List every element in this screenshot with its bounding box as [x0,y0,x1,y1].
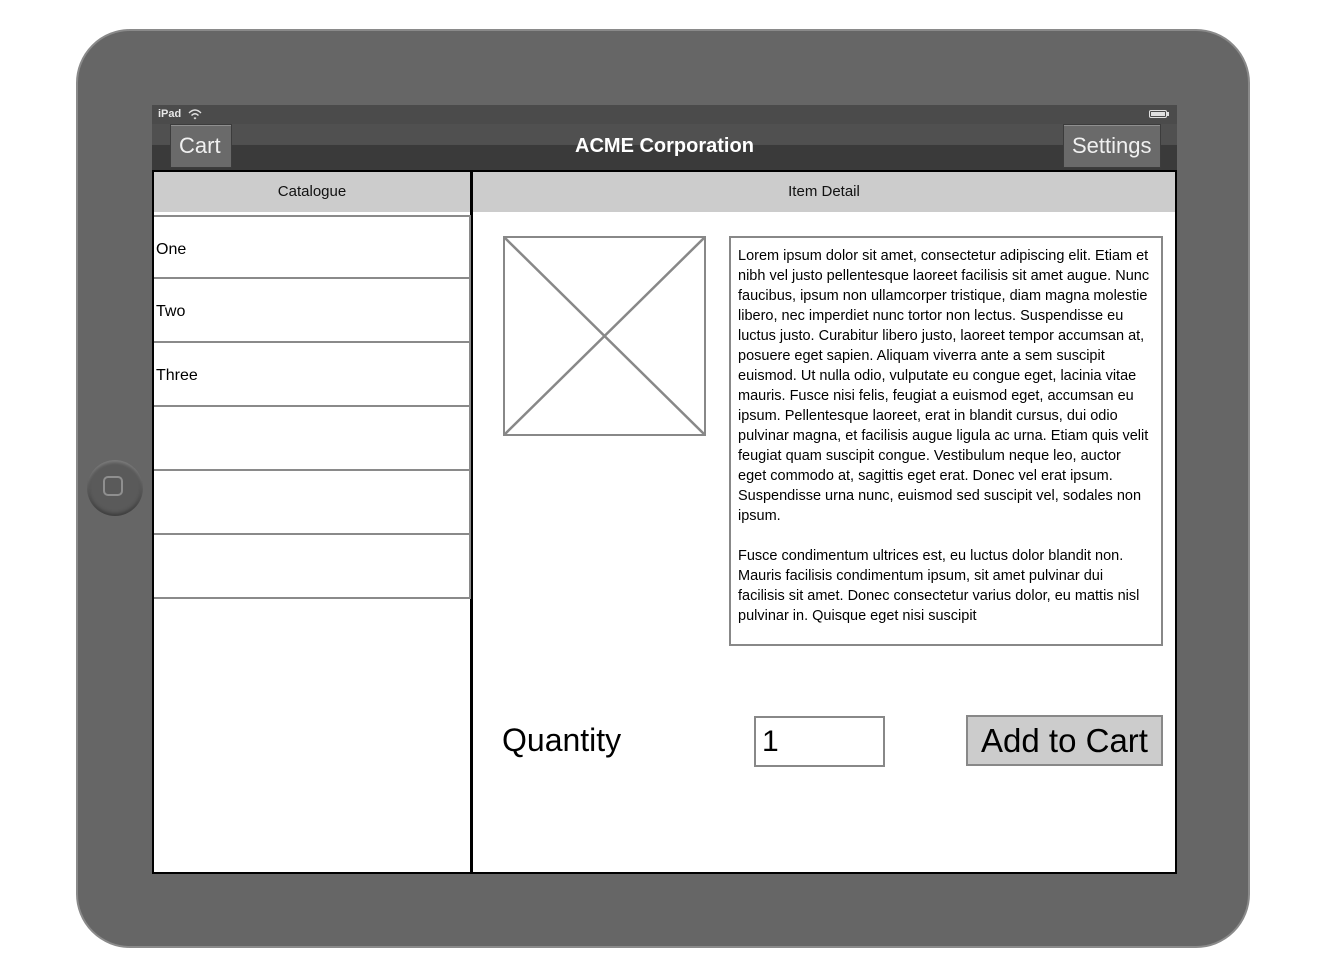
item-detail-header: Item Detail [471,170,1177,214]
image-placeholder-icon [503,236,706,436]
quantity-label: Quantity [502,722,622,758]
list-item[interactable] [154,535,471,599]
list-item[interactable]: Two [154,279,471,343]
settings-button[interactable]: Settings [1063,124,1161,168]
list-item[interactable] [154,471,471,535]
list-item[interactable] [154,407,471,471]
list-item[interactable]: One [154,215,471,279]
page-title: ACME Corporation [575,135,754,157]
item-detail-panel: Lorem ipsum dolor sit amet, consectetur … [471,212,1177,874]
catalogue-list: One Two Three [154,215,471,599]
catalogue-panel: One Two Three [152,212,472,874]
status-bar: iPad [152,105,1177,124]
quantity-input[interactable] [754,716,885,767]
catalogue-header: Catalogue [152,170,472,214]
description-paragraph: Lorem ipsum dolor sit amet, consectetur … [738,248,1150,524]
carrier-label: iPad [158,108,182,120]
navigation-bar: ACME Corporation Cart Settings [152,124,1177,170]
screen: iPad ACME Corporation Cart Settings Cata… [152,105,1177,874]
wifi-icon [188,109,202,120]
description-paragraph: Fusce condimentum ultrices est, eu luctu… [738,548,1140,624]
item-description[interactable]: Lorem ipsum dolor sit amet, consectetur … [729,236,1163,646]
add-to-cart-button[interactable]: Add to Cart [966,715,1163,766]
battery-icon [1149,110,1169,118]
list-item[interactable]: Three [154,343,471,407]
cart-button[interactable]: Cart [170,124,232,168]
home-button-icon [103,476,123,496]
